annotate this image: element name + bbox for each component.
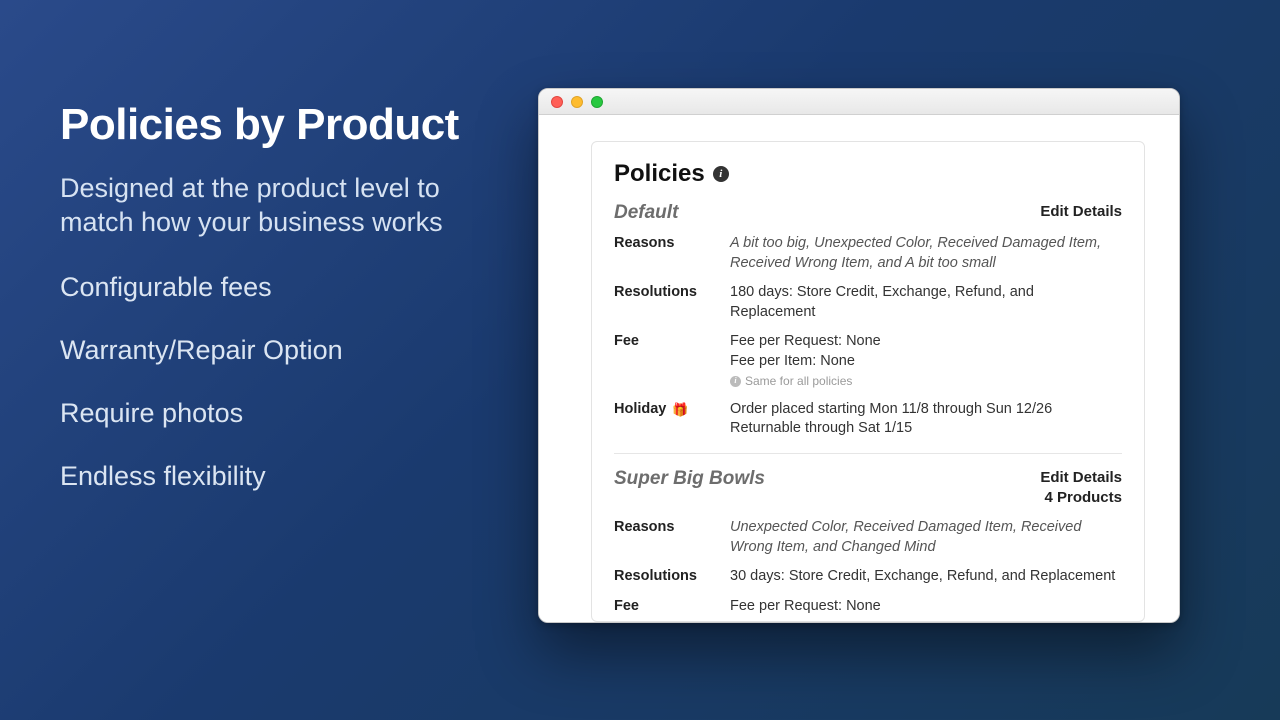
marketing-bullet-fees: Configurable fees: [60, 272, 510, 303]
marketing-copy: Policies by Product Designed at the prod…: [60, 100, 510, 492]
marketing-title: Policies by Product: [60, 100, 510, 150]
fee-per-request: Fee per Request: None: [730, 332, 1122, 352]
panel-title: Policies: [614, 160, 705, 188]
row-reasons: Reasons A bit too big, Unexpected Color,…: [614, 234, 1122, 273]
row-reasons: Reasons Unexpected Color, Received Damag…: [614, 518, 1122, 557]
section-header-default: Default Edit Details: [614, 202, 1122, 224]
fee-per-item: Fee per Item: None: [730, 352, 1122, 372]
value-reasons: Unexpected Color, Received Damaged Item,…: [730, 518, 1122, 557]
value-reasons: A bit too big, Unexpected Color, Receive…: [730, 234, 1122, 273]
label-reasons: Reasons: [614, 234, 730, 254]
info-icon[interactable]: i: [713, 166, 729, 182]
value-holiday: Order placed starting Mon 11/8 through S…: [730, 400, 1122, 439]
label-resolutions: Resolutions: [614, 567, 730, 587]
marketing-bullet-warranty: Warranty/Repair Option: [60, 335, 510, 366]
row-fee: Fee Fee per Request: None Fee per Item: …: [614, 332, 1122, 389]
section-divider: [614, 453, 1122, 454]
minimize-icon[interactable]: [571, 96, 583, 108]
value-fee: Fee per Request: None Fee per Item: None…: [730, 332, 1122, 389]
marketing-bullet-photos: Require photos: [60, 398, 510, 429]
zoom-icon[interactable]: [591, 96, 603, 108]
fee-hint: i Same for all policies: [730, 373, 1122, 389]
row-fee: Fee Fee per Request: None: [614, 597, 1122, 617]
info-icon: i: [730, 376, 741, 387]
products-count-link[interactable]: 4 Products: [1040, 488, 1122, 508]
value-fee: Fee per Request: None: [730, 597, 1122, 617]
edit-details-link[interactable]: Edit Details: [1040, 468, 1122, 488]
row-resolutions: Resolutions 180 days: Store Credit, Exch…: [614, 283, 1122, 322]
policies-panel: Policies i Default Edit Details Reasons …: [591, 141, 1145, 622]
value-resolutions: 180 days: Store Credit, Exchange, Refund…: [730, 283, 1122, 322]
holiday-returnable: Returnable through Sat 1/15: [730, 419, 1122, 439]
edit-details-link[interactable]: Edit Details: [1040, 202, 1122, 222]
label-fee: Fee: [614, 332, 730, 352]
gift-icon: 🎁: [672, 401, 688, 419]
value-resolutions: 30 days: Store Credit, Exchange, Refund,…: [730, 567, 1122, 587]
close-icon[interactable]: [551, 96, 563, 108]
label-holiday: Holiday 🎁: [614, 400, 730, 420]
panel-title-row: Policies i: [614, 160, 1122, 188]
label-fee: Fee: [614, 597, 730, 617]
row-resolutions: Resolutions 30 days: Store Credit, Excha…: [614, 567, 1122, 587]
marketing-subtitle: Designed at the product level to match h…: [60, 172, 510, 240]
row-holiday: Holiday 🎁 Order placed starting Mon 11/8…: [614, 400, 1122, 439]
section-name-super-big-bowls: Super Big Bowls: [614, 468, 765, 490]
section-header-super-big-bowls: Super Big Bowls Edit Details 4 Products: [614, 468, 1122, 509]
app-window: Policies i Default Edit Details Reasons …: [538, 88, 1180, 623]
label-reasons: Reasons: [614, 518, 730, 538]
fee-hint-text: Same for all policies: [745, 373, 852, 389]
holiday-range: Order placed starting Mon 11/8 through S…: [730, 400, 1122, 420]
label-resolutions: Resolutions: [614, 283, 730, 303]
marketing-bullet-flex: Endless flexibility: [60, 461, 510, 492]
window-titlebar: [539, 89, 1179, 115]
section-name-default: Default: [614, 202, 678, 224]
